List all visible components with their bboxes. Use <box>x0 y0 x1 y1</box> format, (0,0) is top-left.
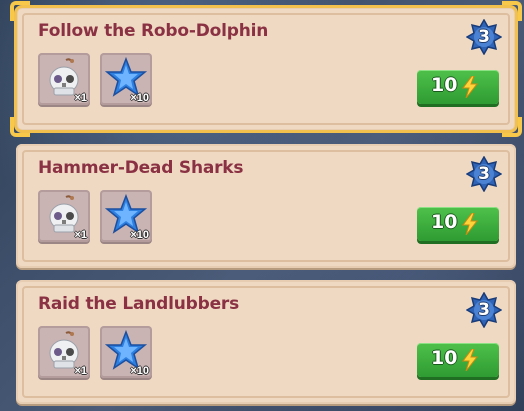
reward-slot[interactable]: ×1 <box>38 53 90 105</box>
selection-corner <box>10 1 30 21</box>
reward-quantity: ×10 <box>130 229 149 241</box>
selection-corner <box>502 117 522 137</box>
reward-quantity: ×1 <box>74 92 87 104</box>
reward-quantity: ×10 <box>130 92 149 104</box>
lightning-bolt-icon <box>462 349 479 371</box>
reward-slot[interactable]: ×10 <box>100 326 152 378</box>
energy-cost: 10 <box>431 74 458 96</box>
lightning-bolt-icon <box>462 213 479 235</box>
energy-cost: 10 <box>431 211 458 233</box>
selection-corner <box>10 117 30 137</box>
level-badge: 3 <box>465 155 503 193</box>
mission-card[interactable]: Hammer-Dead Sharks 3 ×1 ×10 10 <box>16 144 516 268</box>
reward-slot[interactable]: ×10 <box>100 190 152 242</box>
level-number: 3 <box>478 300 490 320</box>
start-mission-button[interactable]: 10 <box>417 207 499 241</box>
level-number: 3 <box>478 164 490 184</box>
mission-title: Raid the Landlubbers <box>38 294 240 314</box>
reward-slot[interactable]: ×1 <box>38 190 90 242</box>
reward-quantity: ×10 <box>130 365 149 377</box>
selection-corner <box>502 1 522 21</box>
lightning-bolt-icon <box>462 76 479 98</box>
energy-cost: 10 <box>431 347 458 369</box>
reward-quantity: ×1 <box>74 365 87 377</box>
level-badge: 3 <box>465 291 503 329</box>
mission-card[interactable]: Raid the Landlubbers 3 ×1 ×10 10 <box>16 280 516 404</box>
reward-slot[interactable]: ×1 <box>38 326 90 378</box>
level-number: 3 <box>478 27 490 47</box>
start-mission-button[interactable]: 10 <box>417 343 499 377</box>
start-mission-button[interactable]: 10 <box>417 70 499 104</box>
mission-title: Hammer-Dead Sharks <box>38 158 244 178</box>
reward-slot[interactable]: ×10 <box>100 53 152 105</box>
mission-card[interactable]: Follow the Robo-Dolphin 3 ×1 ×10 10 <box>10 1 522 137</box>
level-badge: 3 <box>465 18 503 56</box>
reward-quantity: ×1 <box>74 229 87 241</box>
mission-title: Follow the Robo-Dolphin <box>38 21 269 41</box>
